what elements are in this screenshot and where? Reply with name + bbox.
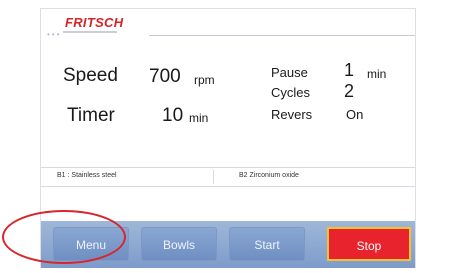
timer-unit: min [189, 111, 209, 125]
pause-unit: min [367, 67, 387, 81]
timer-value[interactable]: 10 [162, 105, 183, 127]
stop-button[interactable]: Stop [327, 227, 411, 261]
logo-underline [63, 31, 117, 33]
bowl-1-info: B1 : Stainless steel [57, 172, 117, 179]
timer-label: Timer [67, 105, 115, 126]
pause-label: Pause [271, 65, 308, 80]
revers-value[interactable]: On [346, 107, 363, 122]
logo-dots-icon: ••• [47, 30, 62, 39]
bowls-button[interactable]: Bowls [141, 227, 217, 261]
bowl-info-row: B1 : Stainless steel B2 Zirconium oxide [41, 167, 415, 187]
highlight-ring [2, 210, 126, 264]
revers-label: Revers [271, 107, 313, 122]
bowl-2-info: B2 Zirconium oxide [239, 172, 299, 179]
cycles-value[interactable]: 2 [344, 81, 354, 102]
speed-value[interactable]: 700 [149, 66, 181, 88]
page: ••• FRITSCH Speed 700 rpm Timer 10 min P… [0, 0, 451, 273]
bowl-divider [213, 170, 214, 184]
speed-label: Speed [63, 65, 118, 86]
header: ••• FRITSCH [41, 9, 415, 45]
cycles-label: Cycles [271, 85, 311, 100]
brand-logo: FRITSCH [65, 15, 124, 30]
speed-unit: rpm [194, 73, 215, 87]
header-divider [149, 35, 415, 36]
pause-value[interactable]: 1 [344, 60, 354, 81]
start-button[interactable]: Start [229, 227, 305, 261]
